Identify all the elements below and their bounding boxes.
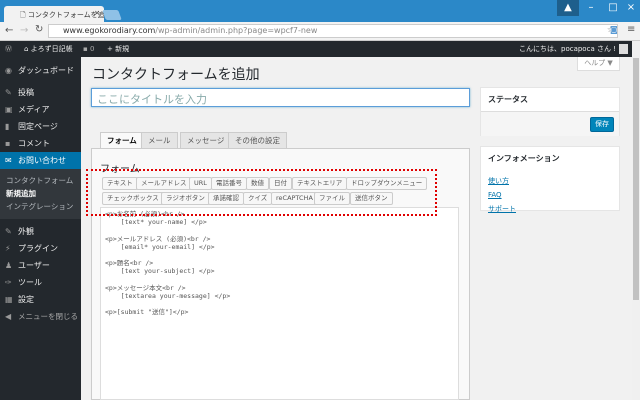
tab-form[interactable]: フォーム	[100, 132, 144, 149]
comments-link[interactable]: ▪ 0	[83, 41, 94, 57]
help-tab[interactable]: ヘルプ ▼	[577, 57, 620, 71]
collapse-menu[interactable]: ◀ メニューを閉じる	[0, 308, 81, 325]
url-input[interactable]: www.egokorodiary.com/wp-admin/admin.php?…	[48, 24, 618, 38]
admin-bar: Ⓦ ⌂ よろず日記帳 ▪ 0 + 新規 こんにちは、pocapoca さん !	[0, 41, 632, 57]
info-heading: インフォメーション	[488, 154, 560, 163]
status-box: ステータス 保存	[480, 87, 620, 136]
url-host: www.egokorodiary.com	[63, 26, 156, 35]
page-icon: 🗋	[20, 11, 28, 19]
label: ツール	[18, 278, 42, 287]
sidebar: ◉ ダッシュボード ✎ 投稿 ▣ メディア ▮ 固定ページ ▪ コメント ✉ お問い合わせ …	[0, 57, 81, 400]
close-window-button[interactable]: ×	[620, 0, 640, 16]
tab-additional-settings[interactable]: その他の設定	[228, 132, 287, 149]
wrench-icon: ✑	[5, 278, 12, 287]
label: 外観	[18, 227, 34, 236]
sidebar-item-dashboard[interactable]: ◉ ダッシュボード	[0, 62, 81, 79]
sidebar-item-tools[interactable]: ✑ ツール	[0, 274, 81, 291]
form-template-editor[interactable]: <p>お名前 (必須)<br /> [text* your-name] </p>…	[100, 207, 459, 400]
sidebar-item-plugins[interactable]: ⚡ プラグイン	[0, 240, 81, 257]
page-title: コンタクトフォームを追加	[92, 67, 260, 83]
avatar[interactable]	[619, 44, 628, 54]
label: メニューを閉じる	[18, 312, 78, 321]
label: お問い合わせ	[18, 156, 66, 165]
sidebar-item-posts[interactable]: ✎ 投稿	[0, 84, 81, 101]
support-link[interactable]: サポート	[488, 204, 619, 214]
reload-icon[interactable]: ↻	[35, 24, 43, 35]
info-box: インフォメーション 使い方 FAQ サポート	[480, 146, 620, 214]
sidebar-item-users[interactable]: ♟ ユーザー	[0, 257, 81, 274]
browser-tab[interactable]: 🗋 コンタクトフォームを追加・よろ×	[4, 6, 104, 22]
user-icon: ♟	[5, 261, 13, 270]
label: 固定ページ	[18, 122, 58, 131]
greeting[interactable]: こんにちは、pocapoca さん !	[519, 41, 616, 57]
save-button[interactable]: 保存	[590, 117, 614, 132]
label: 投稿	[18, 88, 34, 97]
wordpress-logo-icon[interactable]: Ⓦ	[5, 41, 12, 57]
mail-icon: ✉	[5, 156, 12, 165]
brush-icon: ✎	[5, 227, 12, 236]
new-label: 新規	[115, 45, 130, 53]
camera-icon[interactable]: ◙	[610, 25, 618, 34]
label: メディア	[18, 105, 50, 114]
submenu: コンタクトフォーム 新規追加 インテグレーション	[0, 169, 81, 219]
scrollbar-thumb[interactable]	[633, 58, 639, 300]
status-heading: ステータス	[488, 95, 528, 104]
tab-messages[interactable]: メッセージ	[180, 132, 232, 149]
submenu-integration[interactable]: インテグレーション	[6, 201, 73, 212]
collapse-icon: ◀	[5, 312, 12, 321]
settings-icon: ▦	[5, 295, 13, 304]
title-input[interactable]: ここにタイトルを入力	[91, 88, 470, 107]
plugin-icon: ⚡	[5, 244, 11, 253]
back-icon[interactable]: ←	[5, 25, 13, 36]
url-path: /wp-admin/admin.php?page=wpcf7-new	[155, 26, 318, 35]
forward-icon[interactable]: →	[20, 25, 28, 36]
submenu-contact-forms[interactable]: コンタクトフォーム	[6, 175, 73, 186]
label: ダッシュボード	[18, 66, 74, 75]
new-tab-button[interactable]	[102, 10, 122, 20]
sidebar-item-comments[interactable]: ▪ コメント	[0, 135, 81, 152]
dashboard-icon: ◉	[5, 66, 12, 75]
page-icon: ▮	[5, 122, 10, 131]
tab-title: コンタクトフォームを追加・よろ	[27, 11, 104, 19]
comment-count: 0	[89, 45, 95, 53]
label: プラグイン	[18, 244, 58, 253]
minimize-button[interactable]: –	[580, 0, 602, 16]
sidebar-item-appearance[interactable]: ✎ 外観	[0, 223, 81, 240]
label: コメント	[18, 139, 50, 148]
label: 設定	[18, 295, 34, 304]
sidebar-item-pages[interactable]: ▮ 固定ページ	[0, 118, 81, 135]
sidebar-item-media[interactable]: ▣ メディア	[0, 101, 81, 118]
submenu-add-new[interactable]: 新規追加	[6, 188, 36, 199]
faq-link[interactable]: FAQ	[488, 191, 619, 199]
user-icon[interactable]: ▲	[557, 0, 579, 16]
sidebar-item-settings[interactable]: ▦ 設定	[0, 291, 81, 308]
close-tab-icon[interactable]: ×	[94, 9, 100, 17]
tab-mail[interactable]: メール	[141, 132, 178, 149]
address-bar-area: ← → ↻ www.egokorodiary.com/wp-admin/admi…	[0, 22, 640, 41]
label: ユーザー	[18, 261, 50, 270]
docs-link[interactable]: 使い方	[488, 176, 619, 186]
highlight-annotation	[86, 169, 437, 216]
media-icon: ▣	[5, 105, 13, 114]
pin-icon: ✎	[5, 88, 12, 97]
site-link[interactable]: ⌂ よろず日記帳	[24, 41, 73, 57]
comment-icon: ▪	[5, 139, 11, 148]
site-name: よろず日記帳	[30, 45, 73, 53]
sidebar-item-contact[interactable]: ✉ お問い合わせ	[0, 152, 81, 169]
menu-icon[interactable]: ≡	[627, 24, 635, 35]
new-link[interactable]: + 新規	[107, 41, 129, 57]
